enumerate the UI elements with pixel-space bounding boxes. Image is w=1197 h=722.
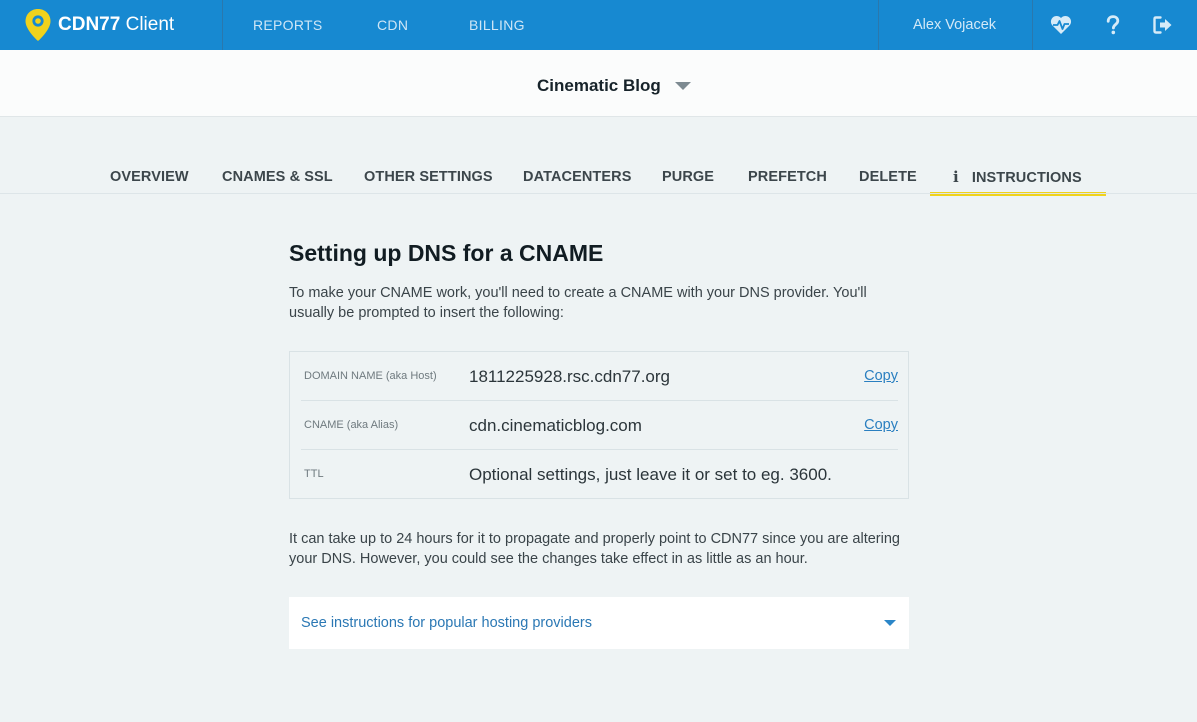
tab-datacenters[interactable]: DATACENTERS [523,162,632,194]
row-label: DOMAIN NAME (aka Host) [304,370,437,382]
info-icon: i [953,168,959,186]
user-menu[interactable]: Alex Vojacek [913,0,996,50]
tab-instructions[interactable]: i INSTRUCTIONS [930,162,1106,196]
page-title: Setting up DNS for a CNAME [289,240,604,266]
tab-instructions-label: INSTRUCTIONS [971,170,1082,186]
site-selector-bar: Cinematic Blog [0,50,1197,117]
accordion-label: See instructions for popular hosting pro… [301,615,592,631]
logo[interactable]: CDN77 Client [24,8,174,42]
brand-name: CDN77 Client [58,14,175,35]
intro-text: To make your CNAME work, you'll need to … [289,285,867,321]
propagation-note: It can take up to 24 hours for it to pro… [289,531,900,567]
table-row: TTL Optional settings, just leave it or … [301,450,898,499]
site-name: Cinematic Blog [537,76,661,95]
top-navigation-bar: CDN77 Client REPORTS CDN BILLING Alex Vo… [0,0,1197,50]
tab-purge[interactable]: PURGE [662,162,714,194]
dns-record-table: DOMAIN NAME (aka Host) 1811225928.rsc.cd… [289,351,909,499]
tab-overview[interactable]: OVERVIEW [110,162,189,194]
tab-prefetch[interactable]: PREFETCH [748,162,827,194]
nav-divider [1032,0,1033,50]
heartbeat-icon[interactable] [1049,13,1073,37]
copy-button[interactable]: Copy [864,401,898,450]
logout-icon[interactable] [1151,13,1175,37]
table-row: DOMAIN NAME (aka Host) 1811225928.rsc.cd… [301,352,898,401]
chevron-down-icon [884,620,896,626]
copy-button[interactable]: Copy [864,352,898,401]
tab-delete[interactable]: DELETE [859,162,917,194]
instructions-panel: Setting up DNS for a CNAME To make your … [289,237,909,649]
location-pin-icon [24,8,52,42]
tab-other-settings[interactable]: OTHER SETTINGS [364,162,493,194]
nav-billing[interactable]: BILLING [469,0,525,50]
nav-cdn[interactable]: CDN [377,0,408,50]
row-label: TTL [304,468,324,480]
table-row: CNAME (aka Alias) cdn.cinematicblog.com … [301,401,898,450]
nav-divider [222,0,223,50]
row-value[interactable]: cdn.cinematicblog.com [469,401,642,450]
row-value: Optional settings, just leave it or set … [469,465,832,484]
site-selector[interactable]: Cinematic Blog [537,74,691,98]
chevron-down-icon [674,82,691,90]
tabs-divider [0,193,1197,194]
row-value[interactable]: 1811225928.rsc.cdn77.org [469,352,670,401]
nav-divider [878,0,879,50]
help-icon[interactable] [1101,13,1125,37]
row-label: CNAME (aka Alias) [304,419,399,431]
hosting-providers-accordion[interactable]: See instructions for popular hosting pro… [289,597,909,649]
tab-cnames-ssl[interactable]: CNAMES & SSL [222,162,333,194]
nav-reports[interactable]: REPORTS [253,0,323,50]
